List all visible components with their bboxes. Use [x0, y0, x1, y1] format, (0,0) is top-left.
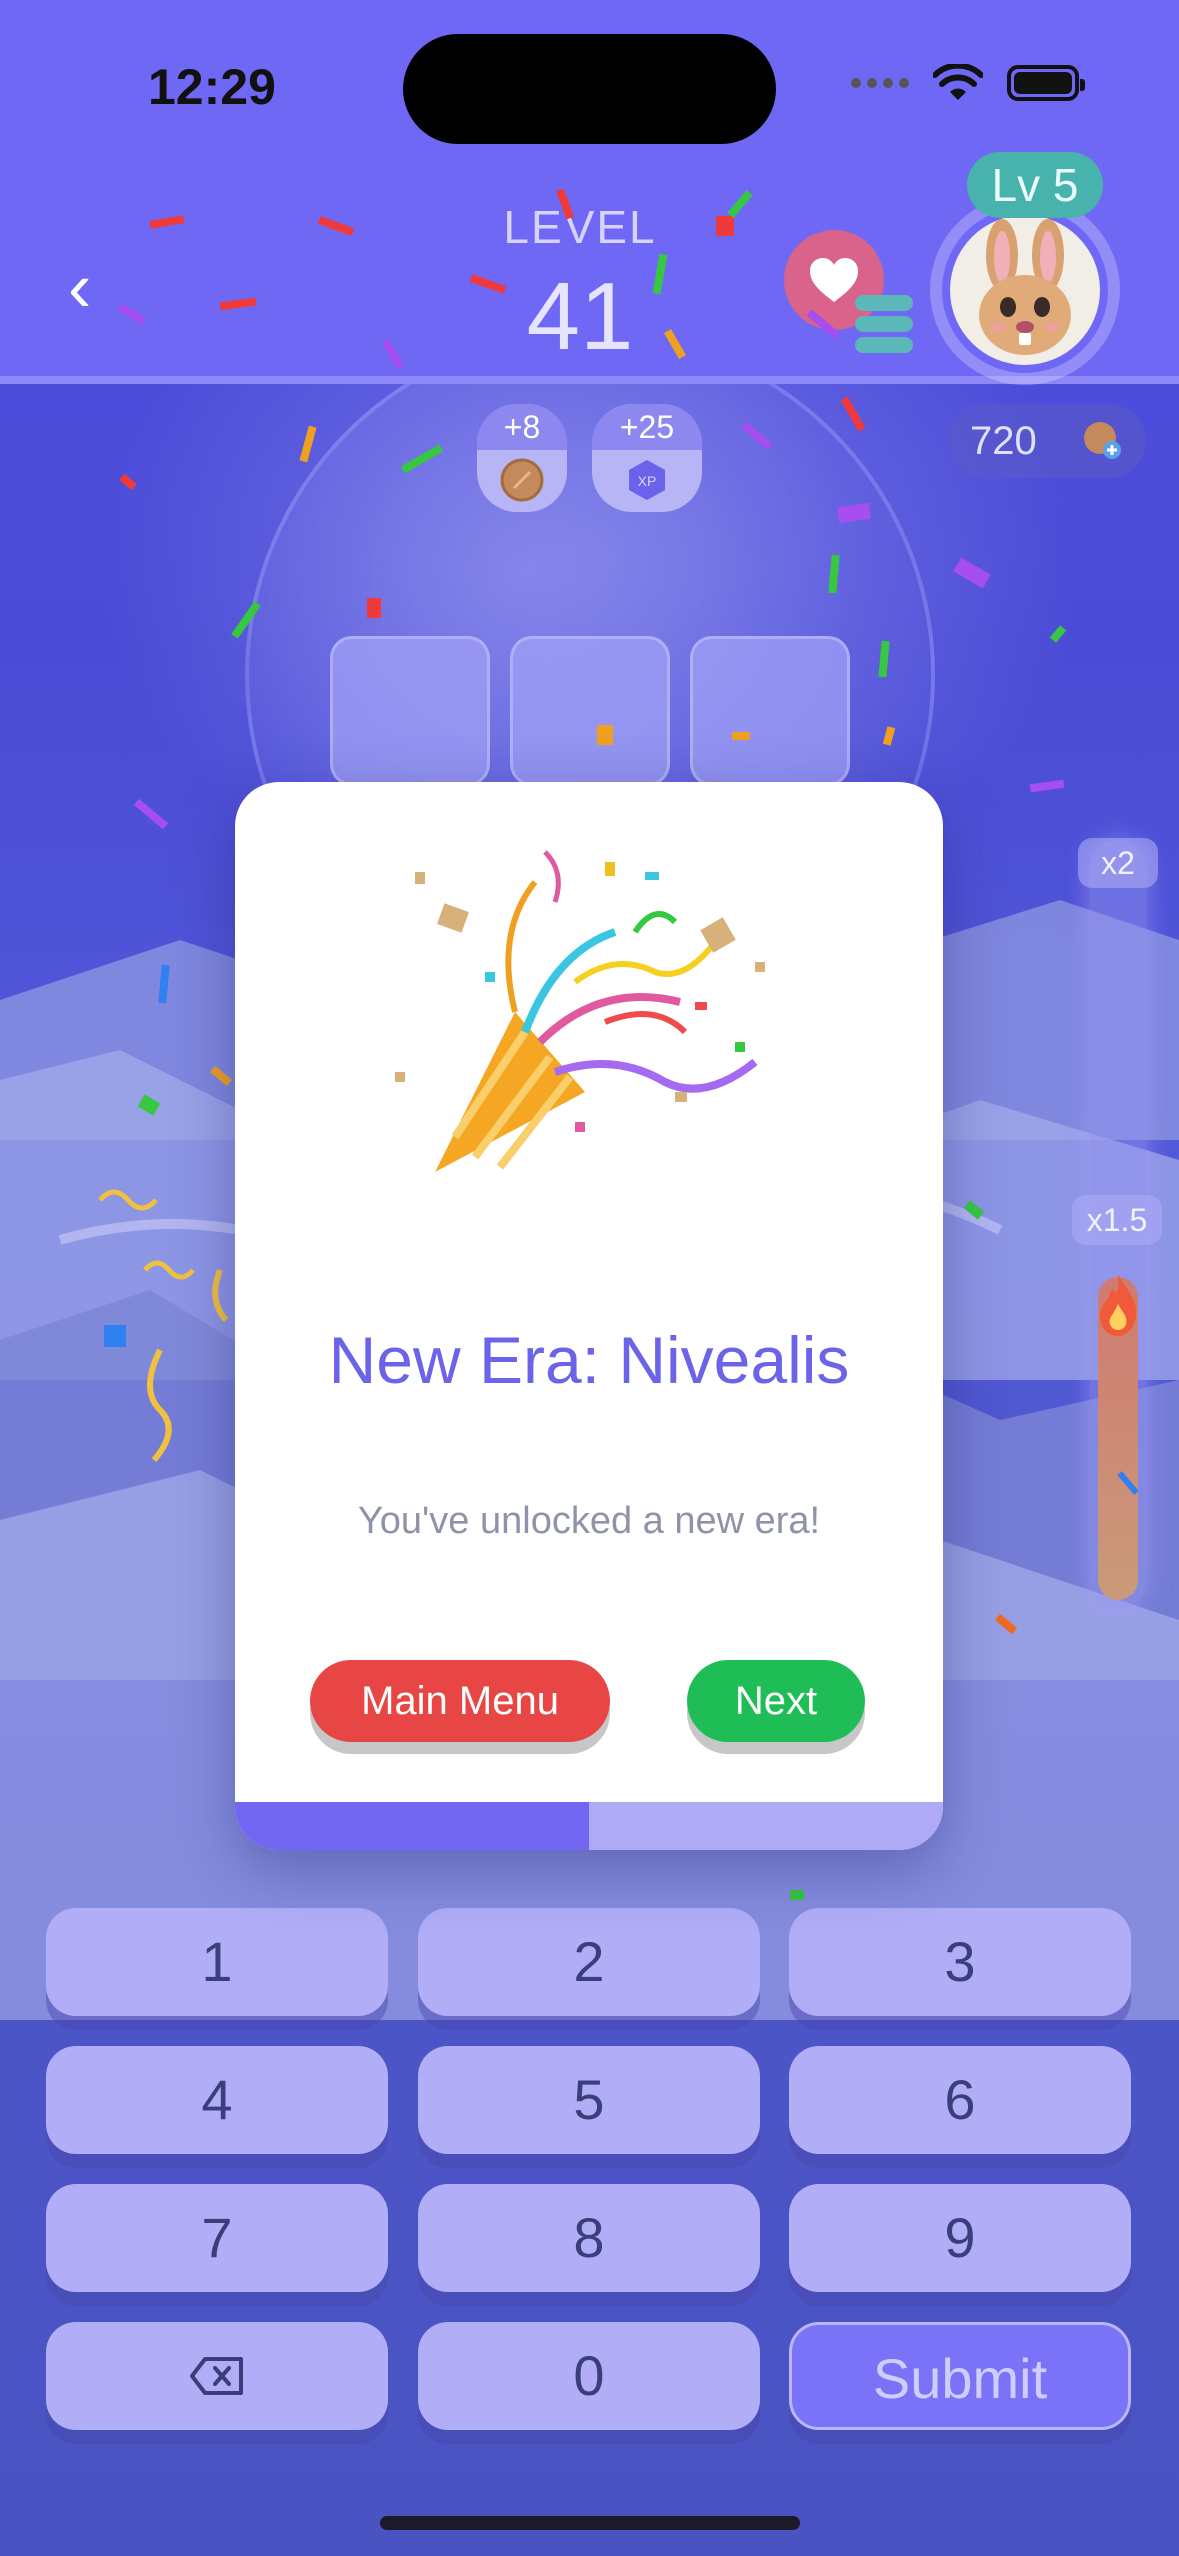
signal-dots-icon [851, 78, 909, 88]
backspace-icon [190, 2357, 243, 2395]
coin-reward-badge: +8 [477, 404, 567, 512]
key-8[interactable]: 8 [418, 2184, 760, 2292]
answer-slot-1 [330, 636, 490, 786]
xp-reward-badge: +25 XP [592, 404, 702, 512]
key-4[interactable]: 4 [46, 2046, 388, 2154]
dialog-progress-bar [235, 1802, 943, 1850]
next-button[interactable]: Next [687, 1660, 865, 1742]
multiplier-max-label: x2 [1078, 838, 1158, 888]
dynamic-island [403, 34, 776, 144]
key-9[interactable]: 9 [789, 2184, 1131, 2292]
party-popper-icon [395, 850, 765, 1172]
answer-slot-2 [510, 636, 670, 786]
new-era-dialog: New Era: Nivealis You've unlocked a new … [235, 782, 943, 1850]
key-2[interactable]: 2 [418, 1908, 760, 2016]
xp-icon-text: XP [638, 473, 657, 489]
dialog-title: New Era: Nivealis [328, 1323, 850, 1397]
home-indicator[interactable] [380, 2516, 800, 2530]
key-0[interactable]: 0 [418, 2322, 760, 2430]
avatar [950, 215, 1100, 365]
add-coins-icon [1084, 422, 1121, 459]
dialog-subtitle: You've unlocked a new era! [357, 1500, 821, 1542]
backspace-button[interactable] [46, 2322, 388, 2430]
status-time: 12:29 [148, 59, 276, 115]
answer-slot-3 [690, 636, 850, 786]
coin-icon [500, 458, 544, 502]
heart-icon [810, 258, 858, 302]
key-1[interactable]: 1 [46, 1908, 388, 2016]
dialog-progress-fill [235, 1802, 589, 1850]
stack-icon [855, 295, 913, 365]
key-5[interactable]: 5 [418, 2046, 760, 2154]
key-3[interactable]: 3 [789, 1908, 1131, 2016]
key-6[interactable]: 6 [789, 2046, 1131, 2154]
status-icons [851, 64, 1085, 102]
flame-icon [1100, 1274, 1137, 1336]
bunny-avatar-icon [979, 219, 1071, 355]
submit-button[interactable]: Submit [789, 2322, 1131, 2430]
battery-icon [1007, 65, 1085, 101]
top-bar: 12:29 ‹ LEVEL 41 Lv 5 [0, 0, 1179, 385]
coin-balance-button[interactable]: 720 [948, 404, 1146, 478]
key-7[interactable]: 7 [46, 2184, 388, 2292]
player-level-badge: Lv 5 [967, 152, 1103, 218]
xp-reward-amount: +25 [592, 404, 702, 450]
profile-avatar-button[interactable] [930, 195, 1120, 385]
multiplier-current-label: x1.5 [1072, 1195, 1162, 1245]
coin-balance: 720 [970, 419, 1037, 463]
wifi-icon [933, 64, 983, 100]
xp-icon: XP [629, 460, 665, 500]
main-menu-button[interactable]: Main Menu [310, 1660, 610, 1742]
